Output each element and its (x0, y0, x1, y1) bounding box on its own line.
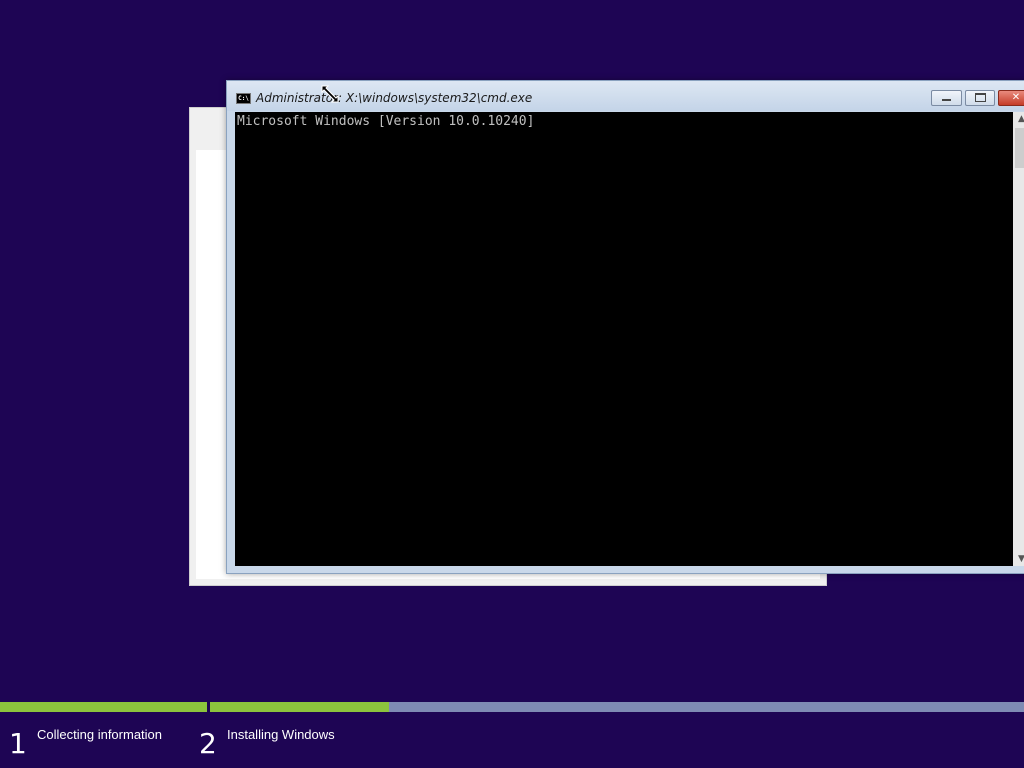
progress-segment-collecting (0, 702, 207, 712)
close-icon: ✕ (1011, 92, 1021, 103)
progress-fill-collecting (0, 702, 207, 712)
step-number: 2 (199, 727, 217, 760)
scroll-up-arrow-icon[interactable]: ▲ (1013, 112, 1024, 126)
scrollbar-thumb[interactable] (1015, 128, 1024, 168)
progress-segment-installing (210, 702, 1024, 712)
step-label: Installing Windows (227, 727, 335, 742)
cmd-titlebar[interactable]: C:\ Administrator: X:\windows\system32\c… (227, 81, 1024, 111)
step-label: Collecting information (37, 727, 163, 742)
console-text: Microsoft Windows [Version 10.0.10240] (237, 114, 535, 129)
maximize-icon (974, 93, 986, 102)
setup-background: C:\ Administrator: X:\windows\system32\c… (0, 0, 1024, 768)
console-output-area[interactable]: Microsoft Windows [Version 10.0.10240] (235, 112, 1013, 566)
close-button[interactable]: ✕ (998, 90, 1024, 106)
scroll-down-arrow-icon[interactable]: ▼ (1013, 552, 1024, 566)
progress-fill-installing (210, 702, 390, 712)
cmd-window-title: Administrator: X:\windows\system32\cmd.e… (256, 91, 533, 105)
vertical-scrollbar[interactable]: ▲ ▼ (1013, 112, 1024, 566)
step-number: 1 (9, 727, 27, 760)
minimize-icon (942, 99, 951, 101)
minimize-button[interactable] (931, 90, 962, 106)
cmd-app-icon[interactable]: C:\ (236, 93, 251, 104)
cmd-window[interactable]: C:\ Administrator: X:\windows\system32\c… (226, 80, 1024, 574)
resize-cursor-icon (321, 85, 339, 103)
maximize-button[interactable] (965, 90, 995, 106)
setup-progress-bar (0, 702, 1024, 712)
